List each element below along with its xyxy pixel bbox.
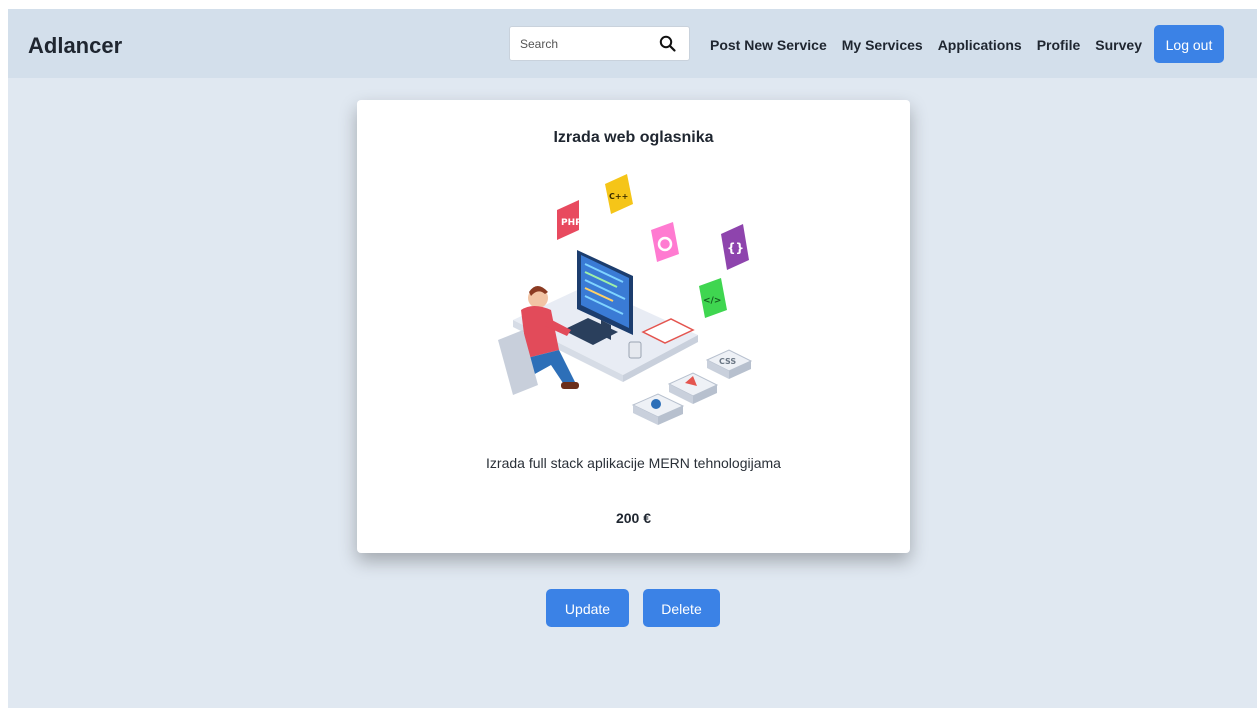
badge-braces: {} xyxy=(727,241,744,255)
badge-html: </> xyxy=(703,296,721,306)
logout-button[interactable]: Log out xyxy=(1154,25,1224,63)
delete-button[interactable]: Delete xyxy=(643,589,720,627)
nav-links: Post New Service My Services Application… xyxy=(710,36,1142,54)
developer-at-computer-illustration: PHP C++ {} </> CSS xyxy=(498,174,753,425)
nav-applications[interactable]: Applications xyxy=(938,37,1022,53)
service-price: 200 € xyxy=(615,510,652,526)
navbar: Adlancer Post New Service My Services Ap… xyxy=(8,9,1257,78)
nav-my-services[interactable]: My Services xyxy=(842,37,923,53)
search-icon[interactable] xyxy=(658,34,678,54)
nav-survey[interactable]: Survey xyxy=(1095,37,1142,53)
service-description: Izrada full stack aplikacije MERN tehnol… xyxy=(486,455,781,471)
badge-cpp: C++ xyxy=(609,192,628,201)
badge-php: PHP xyxy=(561,218,582,228)
update-button[interactable]: Update xyxy=(546,589,629,627)
badge-css: CSS xyxy=(719,357,736,366)
service-card: Izrada web oglasnika PHP C++ {} </> CSS … xyxy=(357,100,910,553)
nav-post-new-service[interactable]: Post New Service xyxy=(710,37,827,53)
service-title: Izrada web oglasnika xyxy=(553,129,714,146)
search-input[interactable] xyxy=(520,35,650,53)
search-box[interactable] xyxy=(509,26,690,61)
brand-logo[interactable]: Adlancer xyxy=(28,33,122,59)
page: Adlancer Post New Service My Services Ap… xyxy=(8,9,1257,708)
nav-profile[interactable]: Profile xyxy=(1037,37,1081,53)
